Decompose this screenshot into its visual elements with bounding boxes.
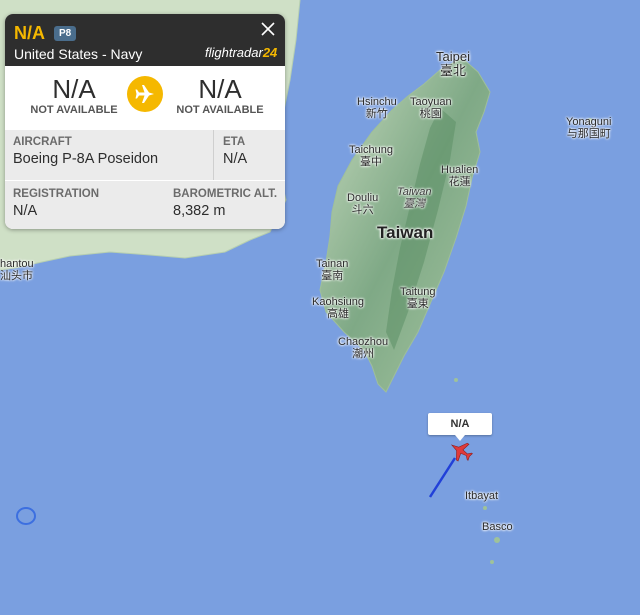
label-zh: 臺北 (439, 63, 466, 79)
islet (490, 560, 494, 564)
city-label-taitung: Taitung 臺東 (400, 286, 435, 310)
city-label-hsinchu: Hsinchu 新竹 (357, 96, 397, 120)
islet (494, 537, 500, 543)
label-en: Kaohsiung (312, 296, 364, 308)
aircraft-callsign-tag[interactable]: N/A (428, 413, 492, 441)
city-label-taichung: Taichung 臺中 (349, 144, 393, 168)
flight-info-card: N/A P8 United States - Navy flightradar2… (5, 14, 285, 229)
airplane-icon (135, 85, 154, 103)
region-label-taiwan: Taiwan 臺灣 (397, 186, 431, 210)
grid-divider (5, 180, 285, 181)
city-label-taoyuan: Taoyuan 桃園 (410, 96, 452, 120)
label-en: Taiwan (377, 223, 434, 242)
barometric-alt-field: BAROMETRIC ALT. 8,382 m (173, 188, 277, 219)
registration-field: REGISTRATION N/A (13, 188, 99, 219)
label-zh: 花蓮 (448, 176, 471, 189)
route-panel: N/A NOT AVAILABLE N/A NOT AVAILABLE (5, 66, 285, 130)
brand-text: flightradar (205, 45, 263, 60)
label-en: Douliu (347, 192, 379, 204)
eta-field: ETA N/A (223, 136, 247, 167)
label-en: Chaozhou (338, 336, 389, 348)
label-en: Itbayat (465, 490, 499, 502)
islet (483, 506, 487, 510)
label-en: Taipei (436, 49, 470, 64)
label-en: Basco (482, 521, 513, 533)
label-zh: 高雄 (327, 308, 349, 321)
label-zh: 臺南 (321, 270, 344, 283)
route-plane-badge (127, 76, 163, 112)
label-en: Taitung (400, 286, 436, 298)
aircraft-type-badge: P8 (54, 26, 77, 41)
label-zh: 新竹 (365, 108, 388, 121)
close-icon[interactable] (259, 20, 277, 38)
city-label-douliu: Douliu 斗六 (347, 192, 378, 216)
city-label-tainan: Tainan 臺南 (316, 258, 348, 282)
label-en: Tainan (316, 258, 349, 270)
operator-name: United States - Navy (14, 46, 143, 62)
label-zh: 臺灣 (403, 198, 426, 211)
card-header: N/A P8 United States - Navy flightradar2… (5, 14, 285, 66)
label-zh: 汕头市 (0, 270, 33, 283)
city-label-shantou: hantou 汕头市 (0, 258, 34, 282)
destination-code: N/A (198, 74, 242, 104)
label-zh: 臺中 (360, 156, 383, 169)
brand-number: 24 (262, 45, 278, 60)
label-zh: 桃園 (419, 108, 442, 121)
label-en: Yonaguni (566, 116, 612, 128)
country-label-taiwan: Taiwan (377, 223, 434, 243)
registration-value: N/A (13, 203, 38, 219)
flight-details-grid: AIRCRAFT Boeing P-8A Poseidon ETA N/A RE… (5, 130, 285, 229)
aircraft-field: AIRCRAFT Boeing P-8A Poseidon (13, 136, 158, 167)
destination-name: NOT AVAILABLE (176, 104, 264, 116)
origin-code: N/A (52, 74, 96, 104)
label-zh: 斗六 (351, 204, 374, 217)
grid-divider (213, 130, 214, 180)
label-zh: 臺東 (406, 298, 429, 311)
label-en: Hsinchu (357, 96, 397, 108)
aircraft-label: AIRCRAFT (13, 136, 72, 148)
label-en: Taiwan (397, 186, 432, 198)
islet (454, 378, 458, 382)
label-zh: 与那国町 (566, 128, 611, 141)
city-label-yonaguni: Yonaguni 与那国町 (566, 116, 611, 140)
origin-name: NOT AVAILABLE (30, 104, 118, 116)
city-label-taipei: Taipei 臺北 (436, 49, 470, 79)
eta-label: ETA (223, 136, 246, 148)
label-zh: 潮州 (352, 348, 375, 361)
aircraft-value: Boeing P-8A Poseidon (13, 151, 159, 167)
barometric-alt-label: BAROMETRIC ALT. (173, 188, 278, 200)
brand-logo: flightradar24 (205, 45, 277, 60)
registration-label: REGISTRATION (13, 188, 100, 200)
island-label-basco: Basco (482, 521, 513, 533)
label-en: Taoyuan (410, 96, 452, 108)
label-en: Hualien (441, 164, 479, 176)
city-label-hualien: Hualien 花蓮 (441, 164, 478, 188)
callsign: N/A (14, 23, 45, 43)
eta-value: N/A (223, 151, 248, 167)
island-label-itbayat: Itbayat (465, 490, 498, 502)
city-label-kaohsiung: Kaohsiung 高雄 (312, 296, 364, 320)
city-label-chaozhou: Chaozhou 潮州 (338, 336, 388, 360)
barometric-alt-value: 8,382 m (173, 203, 226, 219)
label-en: hantou (0, 258, 34, 270)
label-en: Taichung (349, 144, 394, 156)
